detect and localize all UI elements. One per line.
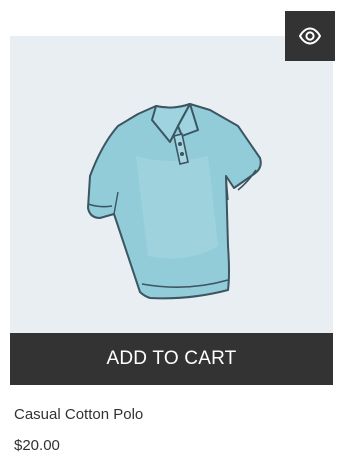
product-price: $20.00 [14,437,60,454]
product-image-container[interactable] [10,36,333,334]
polo-shirt-image[interactable] [78,96,268,302]
product-card: ADD TO CART Casual Cotton Polo $20.00 [0,0,347,467]
product-title[interactable]: Casual Cotton Polo [14,406,143,423]
quick-view-button[interactable] [285,11,335,61]
eye-icon [299,27,321,45]
add-to-cart-button[interactable]: ADD TO CART [10,333,333,385]
